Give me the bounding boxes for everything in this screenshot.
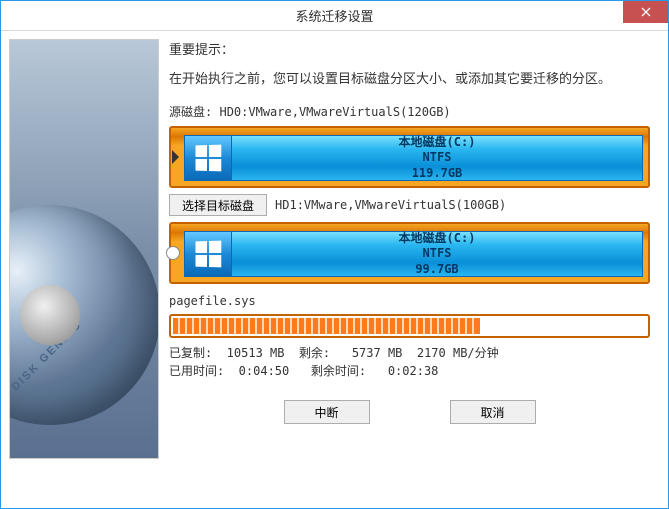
hint-text: 在开始执行之前，您可以设置目标磁盘分区大小、或添加其它要迁移的分区。 — [169, 68, 650, 87]
resize-handle-left-icon[interactable] — [170, 142, 180, 172]
interrupt-button[interactable]: 中断 — [284, 400, 370, 424]
main-panel: 重要提示： 在开始执行之前，您可以设置目标磁盘分区大小、或添加其它要迁移的分区。… — [159, 39, 660, 500]
partition-name: 本地磁盘(C:) — [399, 135, 476, 151]
source-system-partition[interactable] — [184, 135, 232, 181]
source-value: HD0:VMware,VMwareVirtualS(120GB) — [219, 105, 450, 119]
drag-handle-icon[interactable] — [166, 246, 180, 260]
select-target-button[interactable]: 选择目标磁盘 — [169, 194, 267, 216]
window-title: 系统迁移设置 — [1, 6, 668, 25]
current-file: pagefile.sys — [169, 294, 650, 308]
footer-buttons: 中断 取消 — [169, 400, 650, 424]
titlebar: 系统迁移设置 — [1, 1, 668, 31]
partition-size: 119.7GB — [412, 166, 463, 182]
migration-dialog: 系统迁移设置 DISK GENIUS 重要提示： 在开始执行之前，您可以设置目标… — [0, 0, 669, 509]
progress-fill — [173, 318, 480, 334]
progress-bar — [169, 314, 650, 338]
target-disk-bar[interactable]: 本地磁盘(C:) NTFS 99.7GB — [169, 222, 650, 284]
partition-size: 99.7GB — [415, 262, 458, 278]
windows-logo-icon — [196, 241, 222, 268]
source-disk-line: 源磁盘: HD0:VMware,VMwareVirtualS(120GB) — [169, 103, 650, 120]
target-system-partition[interactable] — [184, 231, 232, 277]
target-disk-line: 选择目标磁盘 HD1:VMware,VMwareVirtualS(100GB) — [169, 194, 650, 216]
cancel-button[interactable]: 取消 — [450, 400, 536, 424]
source-label: 源磁盘: — [169, 105, 212, 119]
close-icon — [641, 7, 651, 17]
source-main-partition[interactable]: 本地磁盘(C:) NTFS 119.7GB — [232, 135, 643, 181]
content-area: DISK GENIUS 重要提示： 在开始执行之前，您可以设置目标磁盘分区大小、… — [1, 31, 668, 508]
disk-illustration: DISK GENIUS — [9, 39, 159, 459]
partition-name: 本地磁盘(C:) — [399, 231, 476, 247]
stats-line1: 已复制: 10513 MB 剩余: 5737 MB 2170 MB/分钟 — [169, 346, 499, 360]
target-value: HD1:VMware,VMwareVirtualS(100GB) — [275, 198, 506, 212]
stats-line2: 已用时间: 0:04:50 剩余时间: 0:02:38 — [169, 364, 438, 378]
partition-fs: NTFS — [423, 246, 452, 262]
windows-logo-icon — [196, 145, 222, 172]
partition-fs: NTFS — [423, 150, 452, 166]
close-button[interactable] — [623, 1, 668, 23]
brand-text: DISK GENIUS — [9, 319, 84, 394]
source-disk-bar[interactable]: 本地磁盘(C:) NTFS 119.7GB — [169, 126, 650, 188]
stats-block: 已复制: 10513 MB 剩余: 5737 MB 2170 MB/分钟 已用时… — [169, 344, 650, 380]
target-main-partition[interactable]: 本地磁盘(C:) NTFS 99.7GB — [232, 231, 643, 277]
hint-title: 重要提示： — [169, 39, 650, 58]
